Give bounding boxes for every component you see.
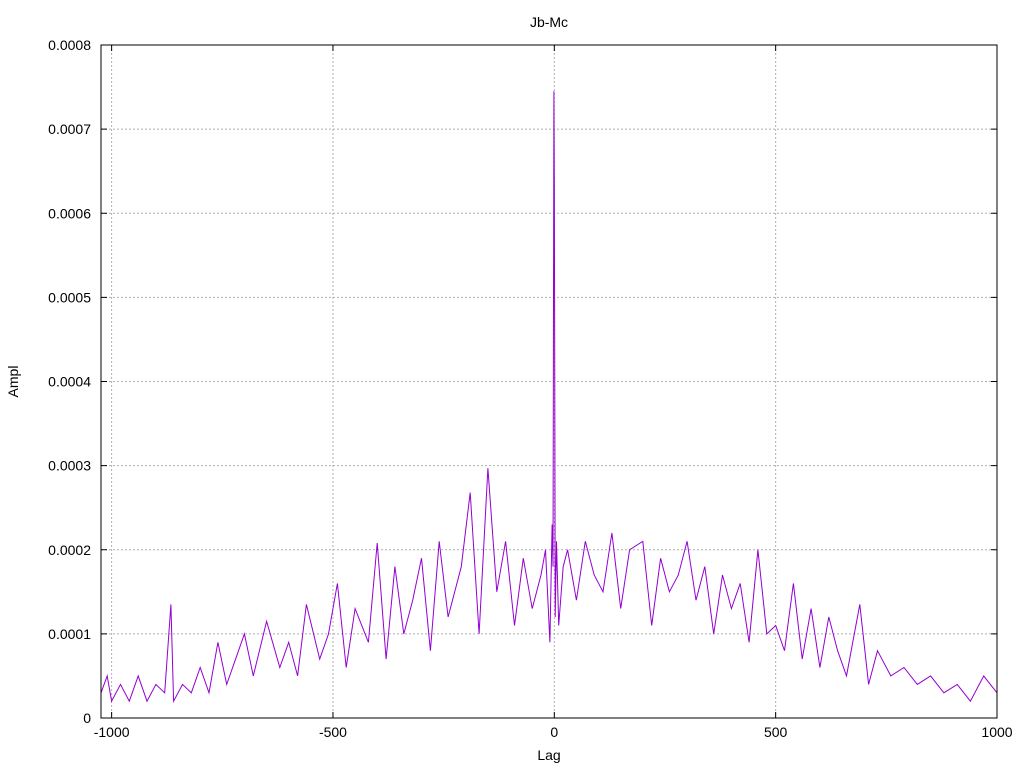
y-tick-label: 0.0003 — [48, 458, 91, 474]
y-tick-label: 0.0002 — [48, 542, 91, 558]
x-tick-label: 1000 — [981, 724, 1012, 740]
x-tick-label: -1000 — [94, 724, 130, 740]
series-layer — [100, 91, 998, 704]
tick-layer: -1000 -500 0 500 1000 0 0.0001 0.0002 0.0003 0.00… — [48, 37, 1013, 740]
y-tick-label: 0.0004 — [48, 374, 91, 390]
y-tick-label: 0.0006 — [48, 205, 91, 221]
y-tick-label: 0.0005 — [48, 289, 91, 305]
y-tick-label: 0.0008 — [48, 37, 91, 53]
y-tick-label: 0.0001 — [48, 626, 91, 642]
x-tick-label: -500 — [319, 724, 347, 740]
x-tick-label: 0 — [550, 724, 558, 740]
chart-title: Jb-Mc — [530, 14, 568, 30]
x-axis-label: Lag — [537, 747, 560, 763]
series-line — [100, 91, 998, 704]
y-tick-label: 0 — [83, 710, 91, 726]
y-tick-label: 0.0007 — [48, 121, 91, 137]
chart-svg: -1000 -500 0 500 1000 0 0.0001 0.0002 0.0003 0.00… — [5, 14, 1013, 763]
x-tick-label: 500 — [764, 724, 788, 740]
y-axis-label: Ampl — [5, 366, 21, 398]
chart: -1000 -500 0 500 1000 0 0.0001 0.0002 0.0003 0.00… — [0, 0, 1024, 768]
